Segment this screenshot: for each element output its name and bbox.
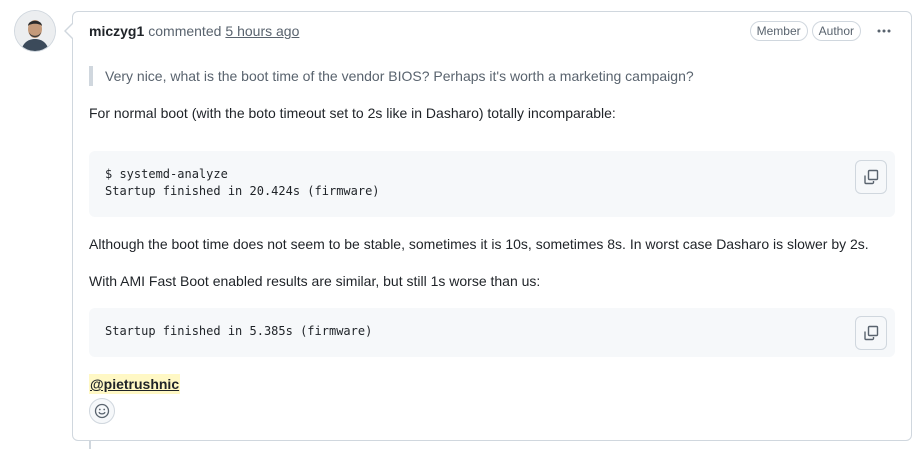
paragraph-boot-stability: Although the boot time does not seem to … — [89, 236, 869, 252]
user-mention[interactable]: @pietrushnic — [89, 374, 181, 394]
code-line: $ systemd-analyze — [105, 167, 228, 181]
copy-icon — [864, 169, 879, 185]
code-line: Startup finished in 5.385s (firmware) — [105, 324, 373, 338]
copy-button[interactable] — [855, 160, 887, 194]
comment-timestamp[interactable]: 5 hours ago — [225, 23, 299, 39]
header-actions: Member Author — [749, 21, 895, 41]
code-line: Startup finished in 20.424s (firmware) — [105, 184, 380, 198]
member-badge: Member — [749, 21, 808, 41]
code-block-fast-boot: Startup finished in 5.385s (firmware) — [89, 308, 895, 357]
comment-arrow-inner — [66, 24, 73, 38]
timeline-line — [89, 441, 91, 449]
copy-button[interactable] — [855, 316, 887, 350]
comment-verb: commented — [148, 23, 222, 39]
avatar-image — [15, 11, 55, 51]
code-block-systemd: $ systemd-analyze Startup finished in 20… — [89, 151, 895, 217]
paragraph-ami-fast-boot: With AMI Fast Boot enabled results are s… — [89, 273, 541, 289]
kebab-horizontal-icon[interactable] — [873, 21, 895, 41]
author-avatar[interactable] — [15, 11, 55, 51]
smiley-icon — [94, 403, 110, 419]
copy-icon — [864, 325, 879, 341]
blockquote: Very nice, what is the boot time of the … — [89, 66, 694, 86]
author-badge: Author — [811, 21, 861, 41]
paragraph-normal-boot: For normal boot (with the boto timeout s… — [89, 105, 616, 121]
add-reaction-button[interactable] — [89, 398, 115, 424]
author-link[interactable]: miczyg1 — [89, 23, 144, 39]
comment-header: miczyg1 commented 5 hours ago Member Aut… — [73, 12, 911, 50]
comment-container: miczyg1 commented 5 hours ago Member Aut… — [72, 11, 912, 441]
